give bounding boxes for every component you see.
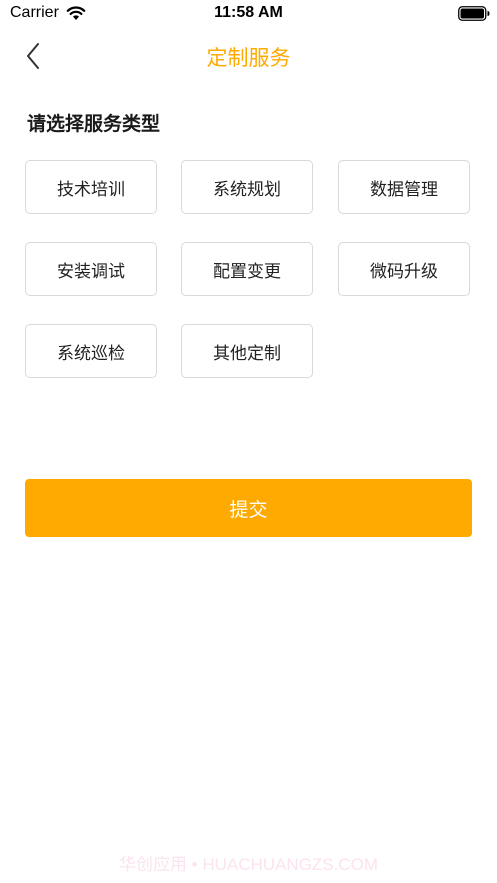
option-other-customization[interactable]: 其他定制: [181, 324, 313, 378]
option-technical-training[interactable]: 技术培训: [25, 160, 157, 214]
status-bar: Carrier 11:58 AM: [0, 0, 497, 28]
navigation-bar: 定制服务: [0, 34, 497, 78]
option-microcode-upgrade[interactable]: 微码升级: [338, 242, 470, 296]
watermark: 华创应用 • HUACHUANGZS.COM: [118, 855, 379, 874]
battery-icon: [458, 6, 490, 21]
option-system-planning[interactable]: 系统规划: [181, 160, 313, 214]
submit-button[interactable]: 提交: [25, 479, 472, 537]
option-configuration-change[interactable]: 配置变更: [181, 242, 313, 296]
page-title: 定制服务: [206, 46, 291, 70]
option-system-inspection[interactable]: 系统巡检: [25, 324, 157, 378]
section-title: 请选择服务类型: [27, 113, 161, 135]
option-data-management[interactable]: 数据管理: [338, 160, 470, 214]
option-installation-debugging[interactable]: 安装调试: [25, 242, 157, 296]
status-time: 11:58 AM: [214, 4, 283, 21]
